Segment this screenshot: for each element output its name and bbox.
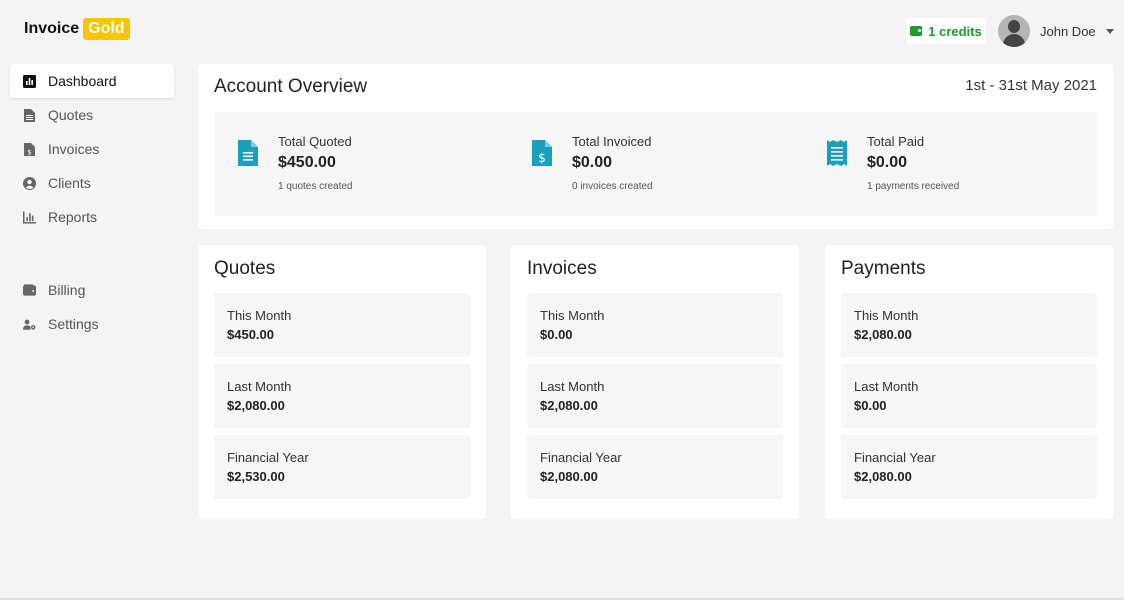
row-label: This Month — [540, 308, 605, 323]
row-value: $2,080.00 — [854, 327, 912, 342]
receipt-icon — [827, 140, 847, 171]
row-label: Last Month — [227, 379, 292, 394]
brand-logo[interactable]: Invoice Gold — [24, 18, 130, 40]
row-value: $0.00 — [540, 327, 573, 342]
panel-title: Quotes — [214, 258, 276, 279]
brand-badge: Gold — [83, 18, 130, 40]
summary-row: Last Month $0.00 — [841, 364, 1097, 428]
row-label: Last Month — [540, 379, 605, 394]
overview-stats: Total Quoted $450.00 1 quotes created $ … — [214, 112, 1097, 216]
svg-text:$: $ — [538, 151, 546, 165]
sidebar-item-reports[interactable]: Reports — [10, 200, 174, 234]
sidebar-item-label: Billing — [48, 282, 86, 298]
sidebar-item-dashboard[interactable]: Dashboard — [10, 64, 174, 98]
row-value: $450.00 — [227, 327, 274, 342]
summary-row: Last Month $2,080.00 — [214, 364, 470, 428]
wallet-icon — [910, 26, 923, 36]
stat-label: Total Invoiced — [572, 134, 652, 149]
brand-name: Invoice — [24, 20, 80, 37]
sidebar-item-label: Settings — [48, 316, 99, 332]
stat-label: Total Paid — [867, 134, 925, 149]
credits-button[interactable]: 1 credits — [906, 18, 986, 44]
row-label: Financial Year — [227, 450, 309, 465]
quote-document-icon — [238, 140, 258, 171]
sidebar-item-label: Dashboard — [48, 73, 117, 89]
stat-amount: $0.00 — [572, 154, 613, 171]
row-value: $2,080.00 — [854, 469, 912, 484]
sidebar-item-label: Reports — [48, 209, 98, 225]
wallet-icon — [23, 284, 36, 297]
account-overview-card: Account Overview 1st - 31st May 2021 Tot… — [198, 64, 1113, 229]
sidebar: Dashboard Quotes $ Invoices Clients Repo… — [10, 64, 174, 341]
svg-text:$: $ — [27, 148, 31, 156]
avatar — [998, 15, 1030, 47]
chart-icon — [23, 74, 36, 88]
sidebar-item-clients[interactable]: Clients — [10, 166, 174, 200]
stat-subtext: 1 payments received — [867, 181, 960, 192]
invoice-icon: $ — [23, 142, 36, 156]
row-label: Financial Year — [854, 450, 936, 465]
document-icon — [23, 108, 36, 122]
stat-subtext: 0 invoices created — [572, 181, 653, 192]
user-menu[interactable]: John Doe — [998, 15, 1114, 47]
user-gear-icon — [23, 318, 36, 331]
stat-subtext: 1 quotes created — [278, 181, 353, 192]
chevron-down-icon — [1105, 28, 1114, 34]
date-range: 1st - 31st May 2021 — [965, 77, 1097, 94]
stat-amount: $0.00 — [867, 154, 908, 171]
stat-label: Total Quoted — [278, 134, 352, 149]
stat-amount: $450.00 — [278, 154, 336, 171]
row-label: Last Month — [854, 379, 919, 394]
summary-row: Financial Year $2,530.00 — [214, 435, 470, 499]
invoices-panel: Invoices This Month $0.00 Last Month $2,… — [511, 245, 799, 519]
summary-row: This Month $0.00 — [527, 293, 783, 357]
bar-chart-icon — [23, 210, 36, 224]
sidebar-item-settings[interactable]: Settings — [10, 307, 174, 341]
row-value: $2,530.00 — [227, 469, 285, 484]
summary-row: Financial Year $2,080.00 — [841, 435, 1097, 499]
row-value: $2,080.00 — [227, 398, 285, 413]
row-value: $0.00 — [854, 398, 887, 413]
sidebar-item-label: Invoices — [48, 141, 100, 157]
sidebar-item-billing[interactable]: Billing — [10, 273, 174, 307]
sidebar-item-quotes[interactable]: Quotes — [10, 98, 174, 132]
row-value: $2,080.00 — [540, 398, 598, 413]
summary-row: This Month $450.00 — [214, 293, 470, 357]
row-label: This Month — [227, 308, 292, 323]
user-name: John Doe — [1040, 23, 1096, 39]
panel-title: Payments — [841, 258, 926, 279]
sidebar-item-label: Quotes — [48, 107, 94, 123]
quotes-panel: Quotes This Month $450.00 Last Month $2,… — [198, 245, 486, 519]
panel-title: Invoices — [527, 258, 597, 279]
sidebar-item-label: Clients — [48, 175, 91, 191]
user-circle-icon — [23, 176, 36, 190]
summary-row: Financial Year $2,080.00 — [527, 435, 783, 499]
row-label: Financial Year — [540, 450, 622, 465]
summary-row: This Month $2,080.00 — [841, 293, 1097, 357]
payments-panel: Payments This Month $2,080.00 Last Month… — [825, 245, 1113, 519]
row-label: This Month — [854, 308, 919, 323]
credits-label: 1 credits — [928, 23, 982, 39]
sidebar-item-invoices[interactable]: $ Invoices — [10, 132, 174, 166]
overview-title: Account Overview — [214, 76, 368, 97]
summary-row: Last Month $2,080.00 — [527, 364, 783, 428]
invoice-document-icon: $ — [532, 140, 552, 171]
row-value: $2,080.00 — [540, 469, 598, 484]
